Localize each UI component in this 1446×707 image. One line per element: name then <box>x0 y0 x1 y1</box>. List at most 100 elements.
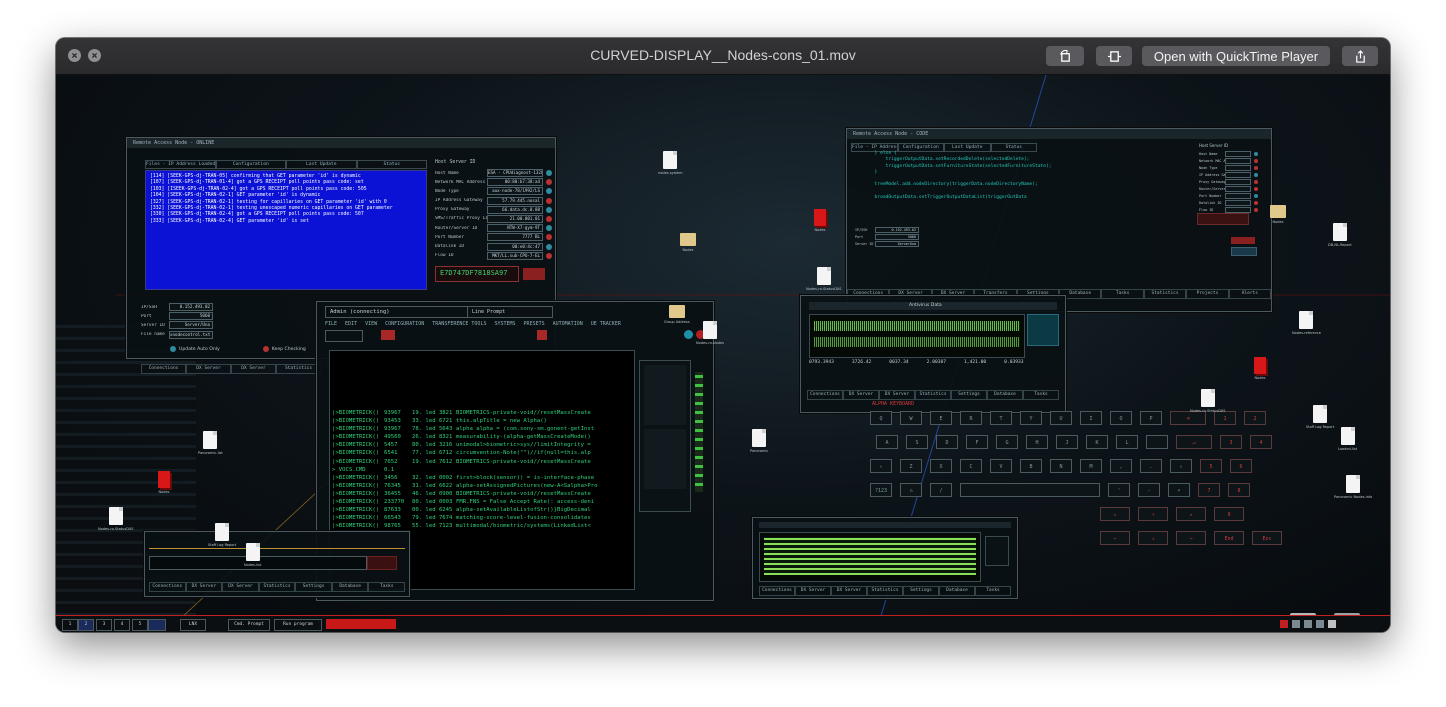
key-5-4[interactable]: Esc <box>1252 531 1282 545</box>
menu-item-configuration[interactable]: CONFIGURATION <box>385 321 424 327</box>
key-2-4[interactable]: V <box>990 459 1012 473</box>
tab-dx-server[interactable]: DX Server <box>879 390 915 400</box>
desktop-icon-doc[interactable]: Panoramic Nodes-Info <box>1334 475 1372 499</box>
key-1-8[interactable]: L <box>1116 435 1138 449</box>
status-dot-icon[interactable] <box>546 215 552 222</box>
taskbar-item[interactable]: 5 <box>132 619 148 631</box>
status-dot-icon[interactable] <box>1254 207 1258 212</box>
code-mini-value[interactable]: 0.152.493.02 <box>875 226 919 233</box>
code-side-value[interactable] <box>1225 157 1251 164</box>
key-2-2[interactable]: X <box>930 459 952 473</box>
key-2-12[interactable]: 6 <box>1230 459 1252 473</box>
key-3-3[interactable] <box>960 483 1100 497</box>
tray-network-icon[interactable] <box>1292 620 1300 628</box>
tab-database[interactable]: Database <box>331 582 369 592</box>
key-0-2[interactable]: E <box>930 411 952 425</box>
key-3-8[interactable]: ' <box>1108 483 1130 497</box>
field-value[interactable]: aux-node-78/1992/LS <box>487 187 543 196</box>
key-2-5[interactable]: B <box>1020 459 1042 473</box>
mini-field-value[interactable]: xnodecontrol.txt <box>169 330 213 339</box>
desktop-icon-doc[interactable]: Staff Log Report <box>1306 405 1334 429</box>
console-dropdown[interactable] <box>325 330 363 342</box>
key-4-2[interactable]: ↗ <box>1176 507 1206 521</box>
tray-power-icon[interactable] <box>1316 620 1324 628</box>
taskbar-item[interactable]: 4 <box>114 619 130 631</box>
tab-dx-server[interactable]: DX Server <box>843 390 879 400</box>
tab-configuration[interactable]: Configuration <box>215 160 286 169</box>
field-value[interactable]: 7777 BL <box>487 233 543 242</box>
code-side-value[interactable] <box>1225 171 1251 178</box>
key-3-10[interactable]: ⌕ <box>1168 483 1190 497</box>
key-1-5[interactable]: H <box>1026 435 1048 449</box>
key-0-12[interactable]: 2 <box>1244 411 1266 425</box>
field-value[interactable]: 00:80:b7:38:a4 <box>487 178 543 187</box>
key-1-2[interactable]: D <box>936 435 958 449</box>
field-value[interactable]: 66.data.dc.0.88 <box>487 205 543 214</box>
status-dot-icon[interactable] <box>1254 151 1258 156</box>
hex-action-button[interactable] <box>523 268 545 280</box>
code-mini-value[interactable]: 5060 <box>875 233 919 240</box>
taskbar-item[interactable] <box>148 619 166 631</box>
trim-icon[interactable] <box>1096 46 1132 66</box>
key-3-11[interactable]: 7 <box>1198 483 1220 497</box>
share-icon[interactable] <box>1342 46 1378 66</box>
tab-settings[interactable]: Settings <box>295 582 332 592</box>
tab-settings[interactable]: Settings <box>903 586 939 596</box>
tab-statistics[interactable]: Statistics <box>1143 289 1187 299</box>
menu-item-transference-tools[interactable]: TRANSFERENCE TOOLS <box>432 321 486 327</box>
mini-field-value[interactable]: 5060 <box>169 312 213 321</box>
taskbar-item[interactable]: Cmd. Prompt <box>228 619 270 631</box>
menu-item-automation[interactable]: AUTOMATION <box>553 321 583 327</box>
status-dot-icon[interactable] <box>1254 193 1258 198</box>
status-dot-icon[interactable] <box>546 252 552 259</box>
key-3-9[interactable]: - <box>1138 483 1160 497</box>
desktop-icon-doc[interactable]: Loaded-list <box>1338 427 1357 451</box>
field-value[interactable]: MKT/LL.sub-CPU-7-EL <box>487 251 543 260</box>
tab-connections[interactable]: Connections <box>141 364 186 374</box>
key-0-9[interactable]: P <box>1140 411 1162 425</box>
key-2-9[interactable]: . <box>1140 459 1162 473</box>
key-1-7[interactable]: K <box>1086 435 1108 449</box>
status-dot-icon[interactable] <box>546 234 552 241</box>
key-4-3[interactable]: 9 <box>1214 507 1244 521</box>
tab-database[interactable]: Database <box>987 390 1023 400</box>
desktop-icon-doc[interactable]: DB-NL-Report <box>1328 223 1352 247</box>
key-1-11[interactable]: 3 <box>1220 435 1242 449</box>
key-2-6[interactable]: N <box>1050 459 1072 473</box>
status-dot-icon[interactable] <box>546 243 552 250</box>
tab-status[interactable]: Status <box>356 160 427 169</box>
taskbar-item[interactable]: 3 <box>96 619 112 631</box>
desktop-icon-folder[interactable]: Nodes <box>1270 205 1286 224</box>
tab-statistics[interactable]: Statistics <box>915 390 951 400</box>
tab-tasks[interactable]: Tasks <box>1101 289 1144 299</box>
mini-field-value[interactable]: 0.152.493.02 <box>169 303 213 311</box>
record-icon[interactable] <box>381 330 395 340</box>
key-2-3[interactable]: C <box>960 459 982 473</box>
desktop-icon-doc[interactable]: Panoramic <box>750 429 768 453</box>
code-side-value[interactable] <box>1225 185 1251 192</box>
tab-files[interactable]: Files - IP Address Loaded (auto) <box>145 160 216 169</box>
key-5-1[interactable]: ↓ <box>1138 531 1168 545</box>
desktop-icon-doc[interactable]: Nodes-ro-StatusDXS <box>98 507 134 531</box>
mini-field-value[interactable]: Server/Una <box>169 321 213 330</box>
field-value[interactable]: 00:e0:4c:47 <box>487 242 543 251</box>
tray-clock-icon[interactable] <box>1328 620 1336 628</box>
field-value[interactable]: 21.00.001.01 <box>487 214 543 223</box>
status-dot-icon[interactable] <box>1254 179 1258 184</box>
taskbar-item[interactable]: 2 <box>78 619 94 631</box>
tab-dx-server[interactable]: DX Server <box>185 582 223 592</box>
key-2-0[interactable]: ⇧ <box>870 459 892 473</box>
tab-tasks[interactable]: Tasks <box>975 586 1011 596</box>
key-0-7[interactable]: I <box>1080 411 1102 425</box>
code-side-value[interactable] <box>1225 178 1251 185</box>
desktop-icon-doc[interactable]: Panoramic-list <box>198 431 223 455</box>
key-1-4[interactable]: G <box>996 435 1018 449</box>
key-2-1[interactable]: Z <box>900 459 922 473</box>
key-2-11[interactable]: 5 <box>1200 459 1222 473</box>
key-1-0[interactable]: A <box>876 435 898 449</box>
key-0-0[interactable]: Q <box>870 411 892 425</box>
option-keep-checking[interactable]: Keep Checking <box>260 346 306 352</box>
menu-item-ue-tracker[interactable]: UE TRACKER <box>591 321 621 327</box>
status-dot-icon[interactable] <box>1254 172 1258 177</box>
key-1-9[interactable] <box>1146 435 1168 449</box>
